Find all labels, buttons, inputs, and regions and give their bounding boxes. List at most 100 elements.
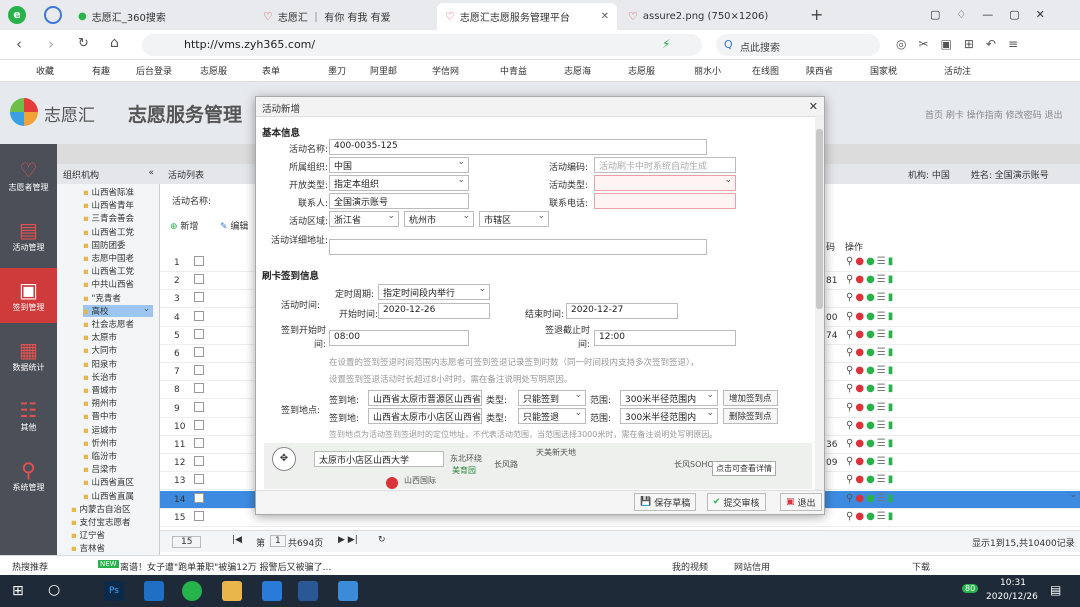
phone-input[interactable] [594,193,736,209]
sidebar-item-1[interactable]: ▤ 活动管理 [0,208,57,263]
chart-icon[interactable]: ▮ [888,311,896,322]
sidebar-item-3[interactable]: ▦ 数据统计 [0,328,57,383]
credit-link[interactable]: 网站信用 [734,560,770,573]
tree-node[interactable]: ▪ 长治市 [83,371,153,383]
exit-button[interactable]: ▣ 退出 [780,493,822,511]
view-icon[interactable]: ⚲ [846,365,855,376]
tree-node[interactable]: ▪ 辽宁省 [71,529,141,541]
delete-icon[interactable]: ● [855,347,866,358]
tree-node[interactable]: ▪ 支付宝志愿者 [71,516,141,528]
bookmark-item[interactable]: 学信网 [432,64,459,77]
code-input[interactable]: 活动刷卡中时系统自动生成 [594,157,736,173]
address-bar[interactable]: http://vms.zyh365.com/ ⚡ [142,34,702,56]
row-checkbox[interactable] [194,292,204,303]
download-link[interactable]: 下载 [912,560,930,573]
tree-node[interactable]: ▪ 临汾市 [83,450,153,462]
signstart-input[interactable]: 08:00 [329,330,469,346]
compass-icon[interactable] [44,6,62,24]
delete-icon[interactable]: ● [855,256,866,267]
row-checkbox[interactable] [194,256,204,266]
list-icon[interactable]: ☰ [877,402,888,413]
submit-button[interactable]: ✔ 提交审核 [707,493,766,511]
bookmark-item[interactable]: 表单 [262,64,280,77]
tree-node[interactable]: ▪ 山西省工党 [83,226,153,238]
approve-icon[interactable]: ● [866,420,877,431]
tree-node[interactable]: ▪ 中共山西省 [83,278,153,290]
delete-icon[interactable]: ● [855,329,866,340]
view-icon[interactable]: ⚲ [846,493,855,504]
tree-node[interactable]: ▪ 吕梁市 [83,463,153,475]
approve-icon[interactable]: ● [866,456,877,467]
list-icon[interactable]: ☰ [877,511,888,522]
chart-icon[interactable]: ▮ [888,474,896,485]
app-icon[interactable] [262,581,282,601]
photoshop-icon[interactable]: Ps [104,581,124,601]
tree-node[interactable]: ▪ 高校 [83,304,153,317]
place-input[interactable]: 山西省太原市晋源区山西省 [368,390,482,406]
bookmark-item[interactable]: 收藏 [36,64,54,77]
chart-icon[interactable]: ▮ [888,347,896,358]
windows-start-icon[interactable]: ⊞ [12,583,24,599]
row-checkbox[interactable] [194,438,204,448]
save-draft-button[interactable]: 💾 保存草稿 [634,493,697,511]
view-icon[interactable]: ⚲ [846,256,855,267]
approve-icon[interactable]: ● [866,493,877,504]
toolbar-icons[interactable]: ◎✂▣⊞↶≡ [896,37,1030,51]
row-checkbox[interactable] [194,419,204,430]
bookmark-item[interactable]: 国家税 [870,64,897,77]
list-icon[interactable]: ☰ [877,383,888,394]
sidebar-item-0[interactable]: ♡ 志愿者管理 [0,148,57,203]
tree-node[interactable]: ▪ 山西省青年 [83,199,153,211]
tree-node[interactable]: ▪ 三青会善会 [83,212,153,224]
chart-icon[interactable]: ▮ [888,493,896,504]
delete-icon[interactable]: ● [855,292,866,303]
collapse-icon[interactable]: « [148,168,154,178]
bookmark-item[interactable]: 后台登录 [136,64,172,77]
word-icon[interactable] [298,581,318,601]
view-icon[interactable]: ⚲ [846,420,855,431]
delete-icon[interactable]: ● [855,383,866,394]
chart-icon[interactable]: ▮ [888,438,896,449]
chart-icon[interactable]: ▮ [888,329,896,340]
view-icon[interactable]: ⚲ [846,311,855,322]
delete-icon[interactable]: ● [855,511,866,522]
row-checkbox[interactable] [194,492,204,503]
list-icon[interactable]: ☰ [877,311,888,322]
map-search-input[interactable]: 太原市小店区山西大学 [314,451,444,467]
place-input[interactable]: 山西省太原市小店区山西省 [368,408,482,424]
tree-node[interactable]: ▪ 山西省直区 [83,476,153,488]
bookmark-item[interactable]: 活动注 [944,64,971,77]
district-select[interactable]: 市辖区 [479,211,549,227]
chart-icon[interactable]: ▮ [888,256,896,267]
chart-icon[interactable]: ▮ [888,383,896,394]
tree-node[interactable]: ▪ 阳泉市 [83,358,153,370]
tab-home[interactable]: ♡ 志愿汇 ｜ 有你 有我 有爱 [255,3,435,30]
notification-icon[interactable]: ▤ [1050,583,1061,597]
approve-icon[interactable]: ● [866,438,877,449]
period-select[interactable]: 指定时间段内举行 [378,284,490,300]
delete-icon[interactable]: ● [855,456,866,467]
delete-icon[interactable]: ● [855,493,866,504]
row-checkbox[interactable] [194,274,204,285]
view-icon[interactable]: ⚲ [846,474,855,485]
sidebar-item-2[interactable]: ▣ 签到管理 [0,268,57,323]
signend-input[interactable]: 12:00 [594,330,736,346]
row-checkbox[interactable] [194,510,204,521]
bookmark-item[interactable]: 阿里邮 [370,64,397,77]
tree-node[interactable]: ▪ 吉林省 [71,542,141,554]
chart-icon[interactable]: ▮ [888,511,896,522]
delete-icon[interactable]: ● [855,420,866,431]
chart-icon[interactable]: ▮ [888,274,896,285]
approve-icon[interactable]: ● [866,311,877,322]
refresh-icon[interactable]: ↻ [378,535,386,545]
org-select[interactable]: 中国 [329,157,469,173]
toolbar-new-button[interactable]: ⊕ 新增 [170,219,198,232]
list-icon[interactable]: ☰ [877,420,888,431]
tree-node[interactable]: ▪ 太原市 [83,331,153,343]
view-icon[interactable]: ⚲ [846,383,855,394]
sidebar-item-4[interactable]: ☷ 其他 [0,388,57,443]
map-view[interactable]: ✥ 太原市小店区山西大学 东北环绕 天美新天地 长风SOHO 长风路 美育园 山… [264,443,812,489]
tree-node[interactable]: ▪ "克青者 [83,292,153,304]
end-date-input[interactable]: 2020-12-27 [566,303,678,319]
start-date-input[interactable]: 2020-12-26 [378,303,490,319]
